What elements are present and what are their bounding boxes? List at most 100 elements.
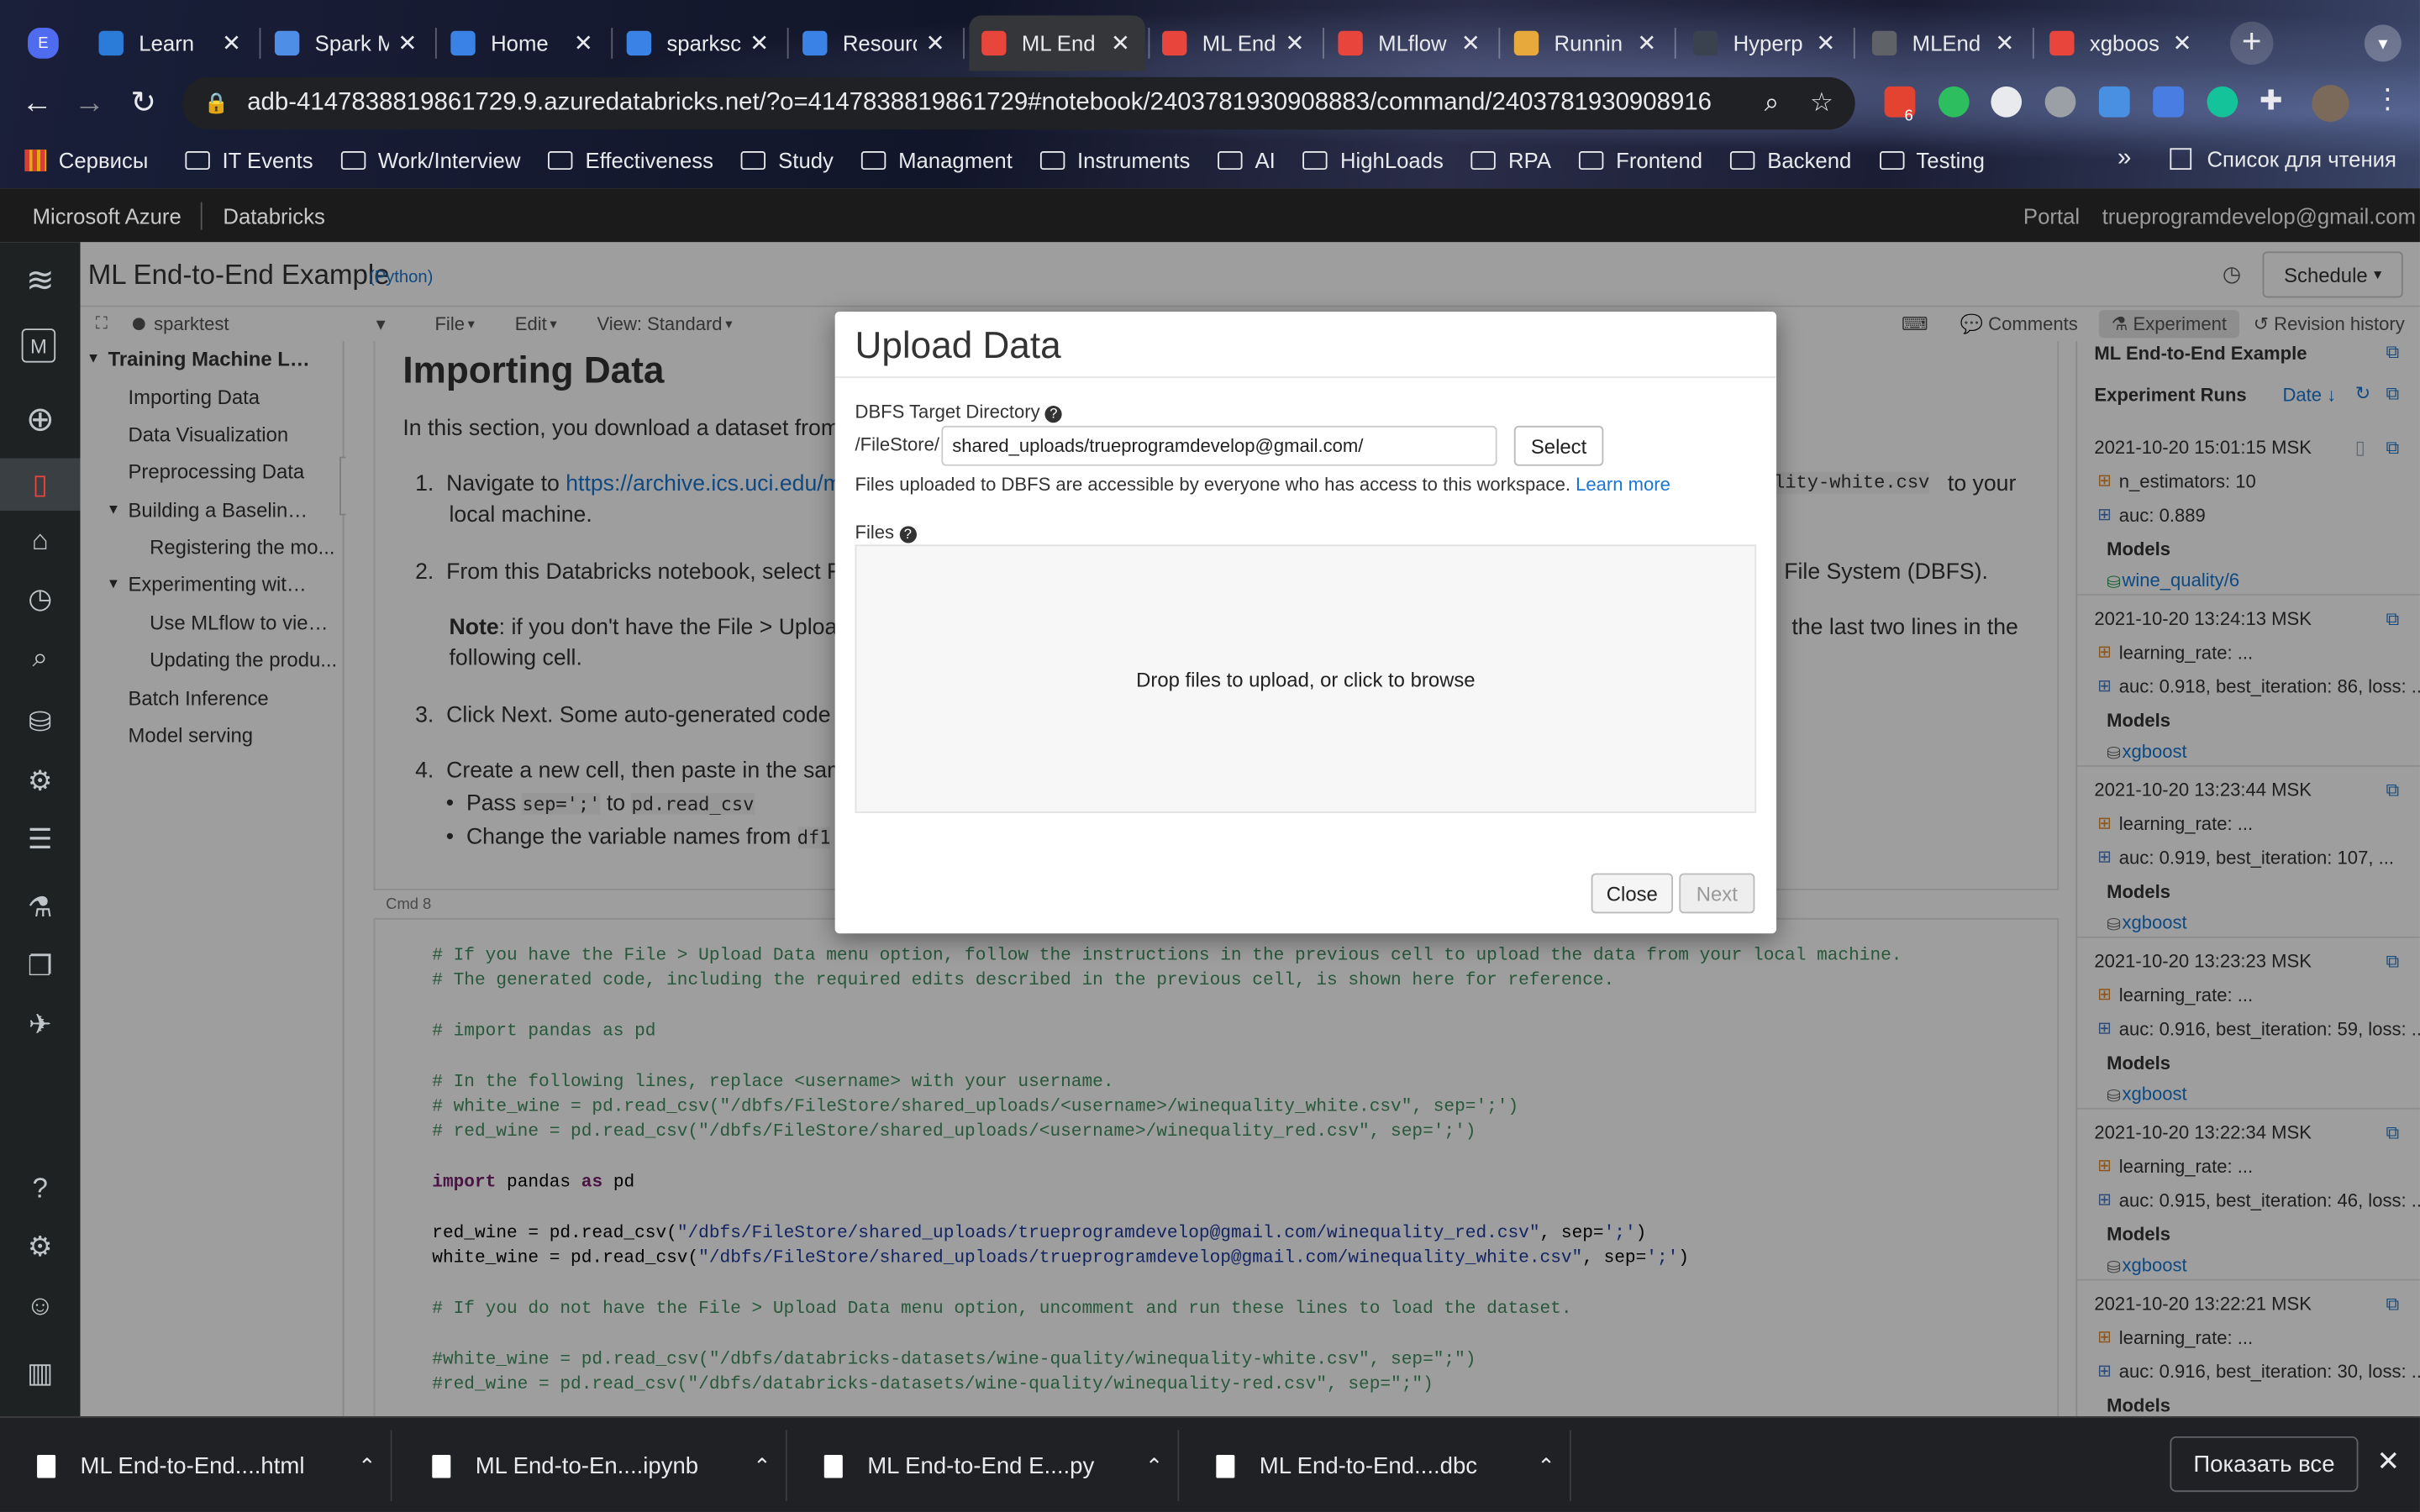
extension-icon[interactable]: [2098, 86, 2130, 118]
back-icon[interactable]: ←: [18, 85, 55, 122]
databricks-brand[interactable]: Databricks: [223, 203, 324, 228]
user-icon[interactable]: ☺: [20, 1285, 60, 1326]
portal-link[interactable]: Portal: [2023, 203, 2080, 228]
bookmark-star-icon[interactable]: ☆: [1810, 88, 1833, 119]
close-tab-icon[interactable]: ✕: [1108, 29, 1133, 57]
browser-tab[interactable]: Learn ✕: [87, 15, 256, 71]
browser-menu-icon[interactable]: ⋮: [2374, 83, 2402, 116]
close-downloads-icon[interactable]: ✕: [2377, 1446, 2401, 1478]
collapse-sidebar-icon[interactable]: ▥: [20, 1353, 60, 1394]
workspace-icon[interactable]: ▯: [0, 458, 81, 511]
bookmark-folder[interactable]: Backend: [1730, 148, 1851, 173]
extension-icon[interactable]: [2044, 86, 2076, 118]
close-tab-icon[interactable]: ✕: [1634, 29, 1659, 57]
evernote-extension-icon[interactable]: [1938, 86, 1970, 118]
download-item[interactable]: ML End-to-End E....py ⌃: [787, 1418, 1180, 1512]
tds-icon: [1692, 30, 1718, 56]
create-icon[interactable]: ⊕: [20, 400, 60, 440]
models-icon[interactable]: ❐: [20, 946, 60, 986]
select-button[interactable]: Select: [1513, 425, 1604, 466]
download-item[interactable]: ML End-to-End....html ⌃: [0, 1418, 392, 1512]
extensions-puzzle-icon[interactable]: ✚: [2260, 85, 2283, 118]
jobs-icon[interactable]: ☰: [20, 819, 60, 859]
extension-icon[interactable]: [1991, 86, 2023, 118]
learn-more-link[interactable]: Learn more: [1576, 474, 1670, 496]
chevron-up-icon[interactable]: ⌃: [358, 1452, 376, 1478]
bookmark-folder[interactable]: Study: [741, 148, 834, 173]
layers-icon[interactable]: ≋: [20, 260, 60, 301]
close-button[interactable]: Close: [1591, 873, 1673, 914]
azure-brand[interactable]: Microsoft Azure: [33, 203, 182, 228]
browser-tab[interactable]: Hyperp ✕: [1681, 15, 1850, 71]
recents-icon[interactable]: ◷: [20, 579, 60, 619]
chevron-up-icon[interactable]: ⌃: [753, 1452, 771, 1478]
avatar[interactable]: [2312, 85, 2349, 123]
bookmark-folder[interactable]: HighLoads: [1302, 148, 1444, 173]
browser-tab[interactable]: Home ✕: [439, 15, 608, 71]
bookmark-folder[interactable]: Testing: [1879, 148, 1985, 173]
tab-search-icon[interactable]: ▾: [2364, 24, 2402, 62]
grammarly-extension-icon[interactable]: [2207, 86, 2238, 118]
show-all-button[interactable]: Показать все: [2170, 1436, 2359, 1493]
apps-bookmark[interactable]: Сервисы: [24, 148, 148, 173]
browser-tab[interactable]: E: [15, 15, 76, 71]
serving-icon[interactable]: ✈: [20, 1005, 60, 1045]
extension-icon[interactable]: [2153, 86, 2184, 118]
bookmarks-more[interactable]: »: [2118, 145, 2131, 173]
chevron-up-icon[interactable]: ⌃: [1145, 1452, 1164, 1478]
close-tab-icon[interactable]: ✕: [395, 29, 419, 57]
ml-persona-icon[interactable]: M: [21, 328, 56, 363]
close-tab-icon[interactable]: ✕: [1282, 29, 1307, 57]
browser-tab[interactable]: sparksc ✕: [614, 15, 784, 71]
user-email[interactable]: trueprogramdevelop@gmail.com: [2102, 203, 2416, 228]
tab-separator: [786, 28, 789, 59]
browser-tab[interactable]: xgboos ✕: [2037, 15, 2207, 71]
browser-tab[interactable]: Spark M ✕: [262, 15, 432, 71]
reload-icon[interactable]: ↻: [125, 85, 162, 122]
bookmark-folder[interactable]: Managment: [860, 148, 1013, 173]
close-tab-icon[interactable]: ✕: [747, 29, 771, 57]
repos-icon[interactable]: ⌂: [20, 520, 60, 560]
browser-tab[interactable]: MLEnd ✕: [1860, 15, 2029, 71]
close-tab-icon[interactable]: ✕: [219, 29, 244, 57]
file-dropzone[interactable]: Drop files to upload, or click to browse: [855, 544, 1757, 813]
close-tab-icon[interactable]: ✕: [923, 29, 947, 57]
download-item[interactable]: ML End-to-En....ipynb ⌃: [395, 1418, 787, 1512]
help-icon[interactable]: ?: [899, 526, 917, 543]
bookmark-folder[interactable]: AI: [1218, 148, 1276, 173]
browser-tab[interactable]: ML End ✕: [969, 15, 1145, 71]
zoom-search-icon[interactable]: ⌕: [1765, 88, 1780, 119]
chevron-up-icon[interactable]: ⌃: [1537, 1452, 1555, 1478]
close-tab-icon[interactable]: ✕: [571, 29, 596, 57]
download-item[interactable]: ML End-to-End....dbc ⌃: [1179, 1418, 1571, 1512]
reading-list-icon: [2170, 148, 2192, 171]
new-tab-button[interactable]: +: [2230, 21, 2274, 66]
browser-tab[interactable]: Resourc ✕: [790, 15, 960, 71]
settings-icon[interactable]: ⚙: [20, 1226, 60, 1267]
browser-tab[interactable]: ML End ✕: [1150, 15, 1319, 71]
close-tab-icon[interactable]: ✕: [1459, 29, 1483, 57]
reading-list[interactable]: Список для чтения: [2170, 146, 2396, 171]
next-button[interactable]: Next: [1679, 873, 1755, 914]
help-icon[interactable]: ?: [1044, 406, 1062, 423]
forward-icon[interactable]: →: [71, 85, 108, 122]
close-tab-icon[interactable]: ✕: [1813, 29, 1838, 57]
address-bar[interactable]: 🔒 adb-4147838819861729.9.azuredatabricks…: [182, 76, 1855, 130]
bookmark-folder[interactable]: Frontend: [1579, 148, 1702, 173]
bookmark-folder[interactable]: Work/Interview: [340, 148, 520, 173]
bookmark-folder[interactable]: Effectiveness: [548, 148, 713, 173]
folder-icon: [1579, 150, 1604, 171]
clusters-icon[interactable]: ⚙: [20, 760, 60, 801]
close-tab-icon[interactable]: ✕: [1992, 29, 2017, 57]
data-icon[interactable]: ⛁: [20, 702, 60, 743]
close-tab-icon[interactable]: ✕: [2170, 29, 2194, 57]
bookmark-folder[interactable]: IT Events: [185, 148, 313, 173]
bookmark-folder[interactable]: Instruments: [1039, 148, 1190, 173]
experiments-icon[interactable]: ⚗: [20, 887, 60, 927]
target-directory-input[interactable]: [941, 425, 1497, 466]
bookmark-folder[interactable]: RPA: [1470, 148, 1551, 173]
browser-tab[interactable]: Runnin ✕: [1502, 15, 1671, 71]
browser-tab[interactable]: MLflow ✕: [1326, 15, 1496, 71]
search-icon[interactable]: ⌕: [20, 638, 60, 678]
help-icon[interactable]: ?: [20, 1168, 60, 1208]
